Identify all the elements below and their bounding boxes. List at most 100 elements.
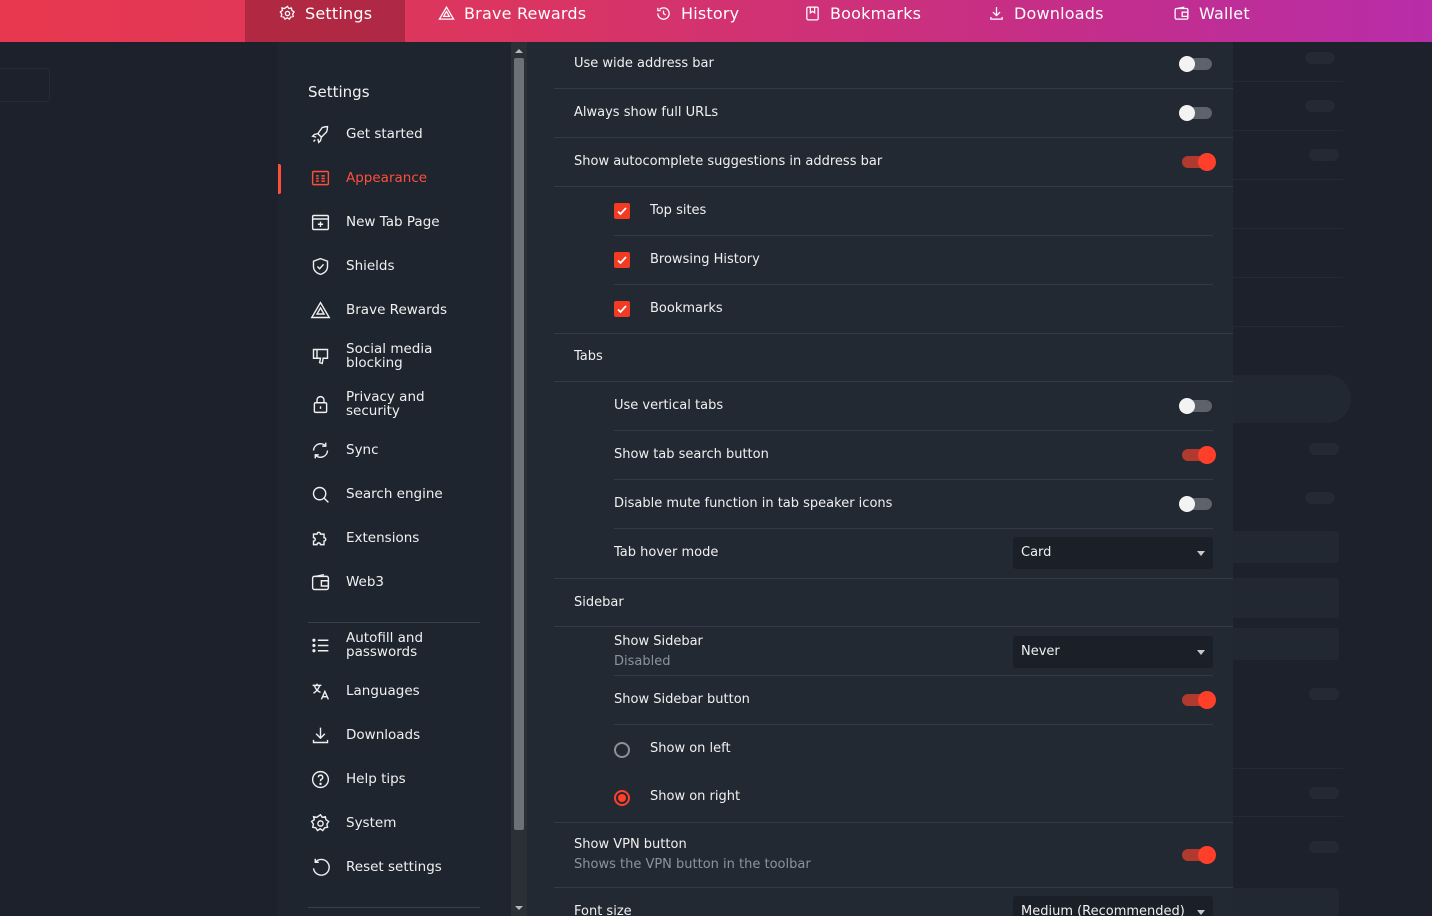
sidebar-item-label: System [346,815,397,831]
browsing-history-checkbox[interactable] [614,252,630,268]
sidebar-item-extensions[interactable]: Extensions [278,518,511,558]
translate-icon [312,683,330,700]
setting-show-on-left[interactable]: Show on left [614,725,1213,774]
scrollbar-thumb[interactable] [514,58,524,830]
tab-history[interactable]: History [655,0,739,42]
disable-mute-toggle[interactable] [1179,496,1212,512]
sidebar-item-appearance[interactable]: Appearance [278,158,511,198]
sidebar-item-new-tab-page[interactable]: New Tab Page [278,202,511,242]
toggle-knob [1179,398,1195,414]
download-icon [990,7,1003,20]
sidebar-item-shields[interactable]: Shields [278,246,511,286]
setting-disable-mute[interactable]: Disable mute function in tab speaker ico… [614,480,1213,529]
sidebar-item-get-started[interactable]: Get started [278,114,511,154]
top-sites-checkbox[interactable] [614,203,630,219]
scrollbar[interactable] [511,42,527,916]
tab-settings[interactable]: Settings [245,0,405,42]
tab-wallet[interactable]: Wallet [1173,0,1250,42]
setting-wide-address-bar[interactable]: Use wide address bar [554,42,1233,89]
sidebar-button-toggle[interactable] [1182,691,1216,709]
sidebar-item-help-tips[interactable]: Help tips [278,759,511,799]
full-urls-toggle[interactable] [1179,105,1212,121]
faded-toggle [1305,492,1335,504]
sidebar-item-label: Get started [346,126,423,142]
faded-toggle [1309,688,1339,700]
scroll-down-arrow[interactable] [515,906,523,910]
checkmark-icon [617,305,627,314]
faded-divider [1233,130,1343,131]
sidebar-item-brave-rewards[interactable]: Brave Rewards [278,290,511,330]
show-on-left-radio[interactable] [614,742,630,758]
sidebar-item-label: Sync [346,442,379,458]
sidebar-item-label: Downloads [346,727,421,743]
top-navigation-bar: Settings Brave Rewards History Bookmarks… [0,0,1432,42]
tab-downloads[interactable]: Downloads [988,0,1104,42]
wide-address-bar-toggle[interactable] [1179,56,1212,72]
gear-icon [279,5,295,21]
sidebar-item-privacy-security[interactable]: Privacy and security [278,384,511,424]
bookmarks-checkbox[interactable] [614,301,630,317]
setting-full-urls[interactable]: Always show full URLs [554,89,1233,138]
vpn-button-toggle[interactable] [1182,846,1216,864]
lock-icon [313,395,328,413]
show-sidebar-select[interactable]: Never [1013,636,1213,668]
sidebar-item-label: Help tips [346,771,406,787]
tab-brave-rewards[interactable]: Brave Rewards [438,0,586,42]
bookmark-icon [806,6,819,21]
setting-label: Show autocomplete suggestions in address… [574,154,883,169]
setting-tab-hover-mode[interactable]: Tab hover mode Card [614,529,1213,578]
show-on-right-radio[interactable] [614,790,630,806]
setting-sidebar-button[interactable]: Show Sidebar button [614,676,1216,725]
sidebar-item-sync[interactable]: Sync [278,430,511,470]
tab-search-toggle[interactable] [1182,446,1216,464]
section-tabs-heading: Tabs [554,334,1233,382]
help-icon [311,770,330,788]
sidebar-item-downloads[interactable]: Downloads [278,715,511,755]
download-icon [312,727,329,743]
sidebar-item-label: Reset settings [346,859,442,875]
faded-toggle [1309,149,1339,161]
sidebar-item-system[interactable]: System [278,803,511,843]
search-icon [312,486,329,503]
setting-tab-search-button[interactable]: Show tab search button [614,431,1216,480]
sidebar-item-label: Privacy and security [346,389,425,419]
chevron-down-icon [1197,650,1205,655]
sidebar-item-label: Search engine [346,486,443,502]
sidebar-item-search-engine[interactable]: Search engine [278,474,511,514]
setting-show-on-right[interactable]: Show on right [614,774,1213,822]
setting-label: Show Sidebar [614,634,703,649]
vertical-tabs-toggle[interactable] [1179,398,1212,414]
thumbs-down-icon [312,348,329,364]
tab-hover-mode-select[interactable]: Card [1013,537,1213,569]
toggle-knob [1179,496,1195,512]
faded-toggle [1305,100,1335,112]
sidebar-item-social-media-blocking[interactable]: Social media blocking [278,336,511,376]
faded-toggle [1309,443,1339,455]
sidebar-item-reset-settings[interactable]: Reset settings [278,847,511,887]
sidebar-item-languages[interactable]: Languages [278,671,511,711]
font-size-select[interactable]: Medium (Recommended) [1013,896,1213,916]
wallet-icon [311,573,330,590]
section-heading: Sidebar [574,595,624,610]
radio-label: Show on right [650,789,741,804]
autocomplete-toggle[interactable] [1182,153,1216,171]
setting-vertical-tabs[interactable]: Use vertical tabs [614,382,1213,431]
tab-bookmarks[interactable]: Bookmarks [804,0,921,42]
setting-browsing-history[interactable]: Browsing History [614,236,1213,285]
toggle-knob [1198,153,1216,171]
setting-autocomplete[interactable]: Show autocomplete suggestions in address… [554,138,1233,187]
faded-divider [1233,179,1343,180]
setting-vpn-button[interactable]: Show VPN button Shows the VPN button in … [554,823,1233,888]
setting-bookmarks[interactable]: Bookmarks [614,285,1213,333]
setting-show-sidebar[interactable]: Show Sidebar Disabled Never [614,627,1213,676]
settings-content: Use wide address bar Always show full UR… [527,42,1233,916]
tab-wallet-label: Wallet [1199,4,1250,23]
sidebar-item-web3[interactable]: Web3 [278,562,511,602]
faded-divider [1233,768,1343,769]
sidebar-item-autofill-passwords[interactable]: Autofill and passwords [278,625,511,665]
scroll-up-arrow[interactable] [515,49,523,53]
right-background [1233,42,1432,916]
setting-font-size[interactable]: Font size Medium (Recommended) [554,888,1233,916]
setting-label: Disable mute function in tab speaker ico… [614,496,893,511]
setting-top-sites[interactable]: Top sites [614,187,1213,236]
